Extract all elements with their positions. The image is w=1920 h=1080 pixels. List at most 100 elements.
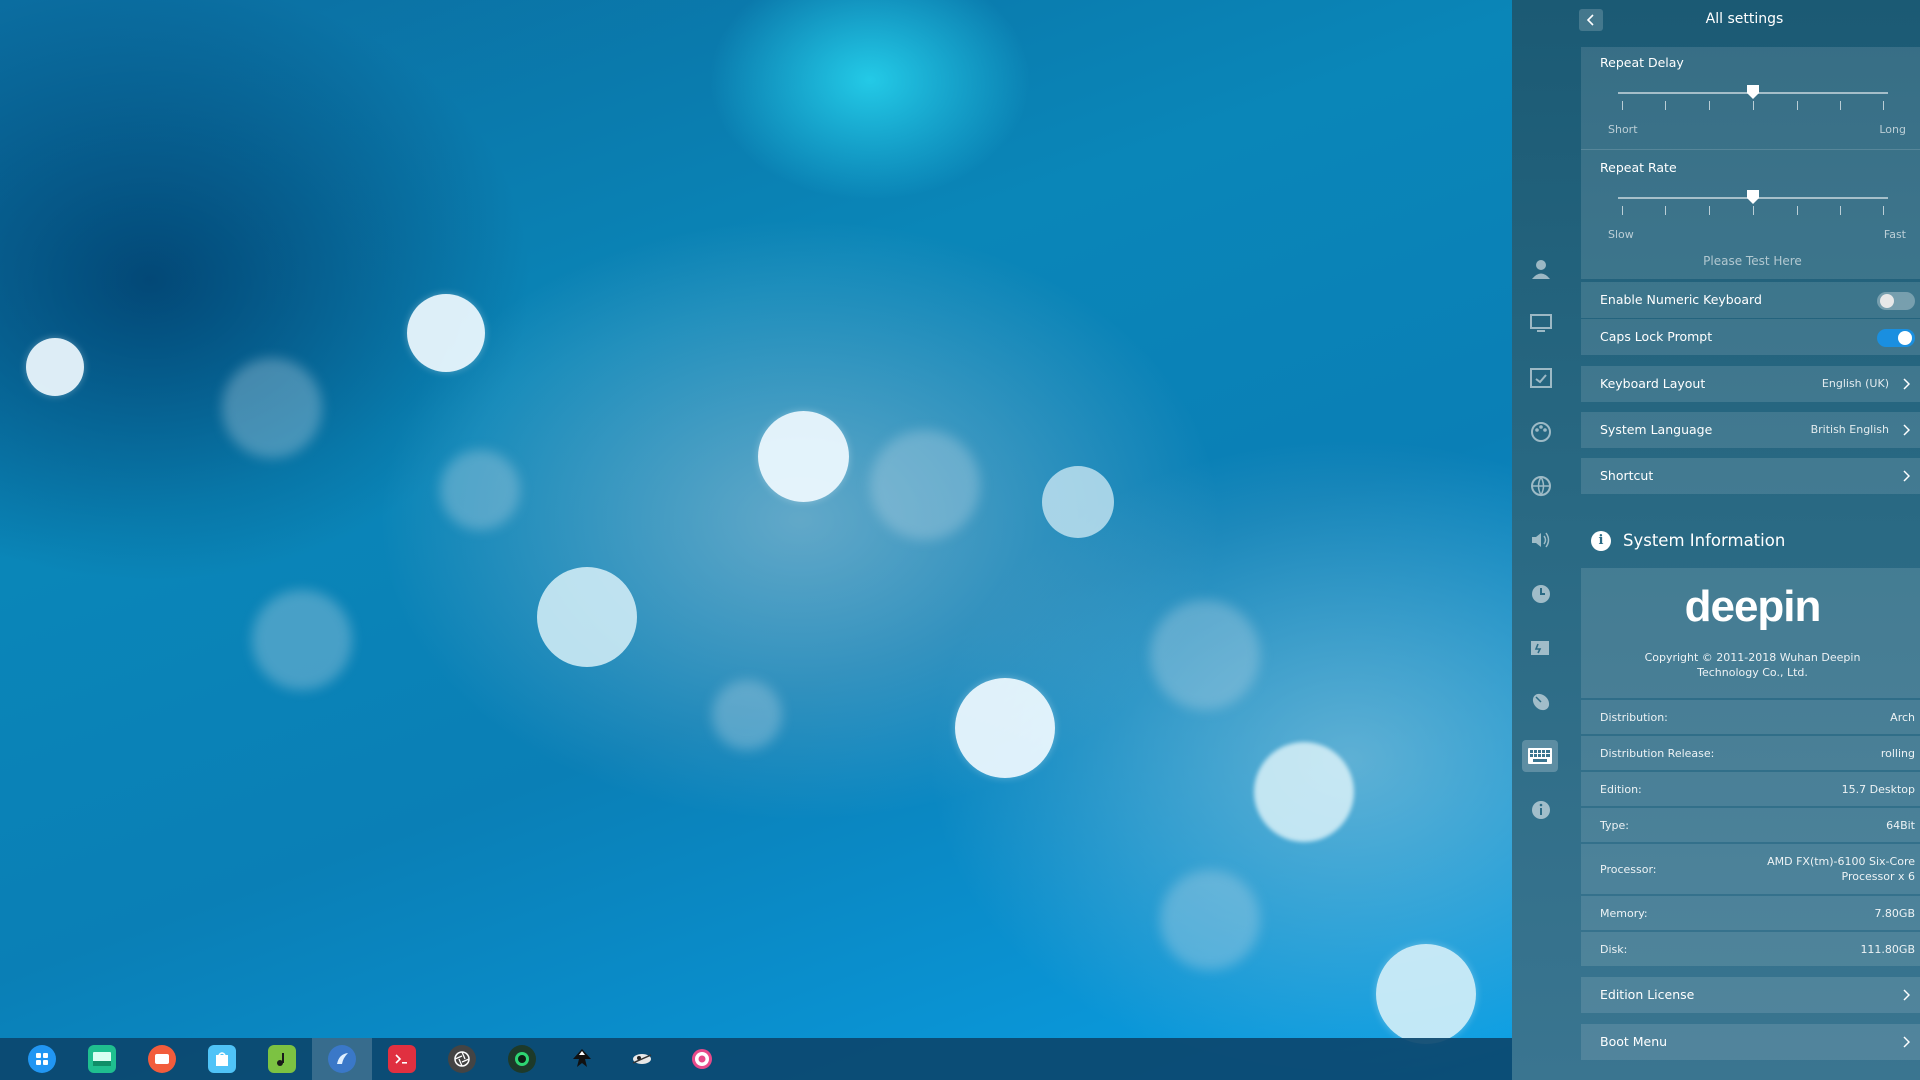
bokeh	[252, 590, 352, 690]
numeric-keyboard-label: Enable Numeric Keyboard	[1600, 292, 1762, 307]
processor-line-2: Processor x 6	[1841, 870, 1915, 883]
app-store-icon	[208, 1045, 236, 1073]
caps-lock-toggle[interactable]	[1877, 329, 1915, 347]
boot-menu-row[interactable]: Boot Menu	[1581, 1024, 1920, 1060]
sidebar-item-accounts[interactable]	[1526, 254, 1556, 284]
camera-icon	[508, 1045, 536, 1073]
sidebar-item-sound[interactable]	[1526, 525, 1556, 555]
sidebar-item-power[interactable]	[1526, 633, 1556, 663]
chevron-right-icon	[1903, 1036, 1910, 1048]
sidebar-item-mouse[interactable]	[1526, 687, 1556, 717]
info-icon: i	[1591, 531, 1611, 551]
info-row-edition: Edition: 15.7 Desktop	[1581, 772, 1920, 806]
numeric-keyboard-toggle[interactable]	[1877, 292, 1915, 310]
sidebar-item-keyboard[interactable]	[1522, 740, 1558, 772]
default-apps-icon	[1530, 368, 1552, 388]
info-key: Distribution:	[1600, 711, 1668, 724]
sidebar-item-personalization[interactable]	[1526, 417, 1556, 447]
info-key: Type:	[1600, 819, 1629, 832]
screen-recorder-icon	[148, 1045, 176, 1073]
caps-lock-label: Caps Lock Prompt	[1600, 329, 1713, 344]
test-input[interactable]: Please Test Here	[1581, 254, 1920, 268]
taskbar-screen-recorder[interactable]	[132, 1038, 192, 1080]
mouse-icon	[1532, 693, 1550, 711]
repeat-rate-label: Repeat Rate	[1600, 160, 1677, 175]
info-key: Memory:	[1600, 907, 1648, 920]
repeat-rate-min-label: Slow	[1608, 228, 1634, 241]
sidebar-item-network[interactable]	[1526, 471, 1556, 501]
repeat-delay-min-label: Short	[1608, 123, 1638, 136]
repeat-delay-ticks	[1622, 101, 1884, 111]
music-icon	[268, 1045, 296, 1073]
taskbar-camera[interactable]	[492, 1038, 552, 1080]
bokeh	[407, 294, 485, 372]
taskbar-aperture[interactable]	[432, 1038, 492, 1080]
bokeh	[26, 338, 84, 396]
keyboard-icon	[1528, 748, 1552, 764]
bokeh	[1376, 944, 1476, 1044]
system-info-header: i System Information	[1581, 528, 1920, 556]
bokeh	[1160, 870, 1260, 970]
info-key: Disk:	[1600, 943, 1628, 956]
info-row-release: Distribution Release: rolling	[1581, 736, 1920, 770]
repeat-delay-label: Repeat Delay	[1600, 55, 1684, 70]
bokeh	[1254, 742, 1354, 842]
bokeh	[1042, 466, 1114, 538]
info-value: 7.80GB	[1874, 907, 1915, 920]
taskbar-terminal[interactable]	[372, 1038, 432, 1080]
repeat-rate-max-label: Fast	[1883, 228, 1906, 241]
taskbar-launcher[interactable]	[12, 1038, 72, 1080]
info-row-distribution: Distribution: Arch	[1581, 700, 1920, 734]
settings-content: All settings Repeat Delay Short Long Rep…	[1569, 0, 1920, 1080]
taskbar-inkscape[interactable]	[552, 1038, 612, 1080]
system-language-value: British English	[1810, 423, 1889, 436]
time-icon	[1532, 585, 1550, 603]
sidebar-item-datetime[interactable]	[1526, 579, 1556, 609]
system-language-row[interactable]: System Language British English	[1581, 412, 1920, 448]
edition-license-row[interactable]: Edition License	[1581, 977, 1920, 1013]
sidebar-item-system-info[interactable]	[1526, 795, 1556, 825]
settings-icon	[688, 1045, 716, 1073]
info-key: Processor:	[1600, 863, 1657, 876]
bokeh	[440, 450, 520, 530]
personalization-icon	[1531, 422, 1551, 442]
info-row-type: Type: 64Bit	[1581, 808, 1920, 842]
bokeh	[758, 411, 849, 502]
taskbar-file-manager[interactable]	[72, 1038, 132, 1080]
bokeh	[537, 567, 637, 667]
info-value: AMD FX(tm)-6100 Six-Core Processor x 6	[1767, 854, 1915, 884]
taskbar-app-store[interactable]	[192, 1038, 252, 1080]
info-row-memory: Memory: 7.80GB	[1581, 896, 1920, 930]
keyboard-layout-row[interactable]: Keyboard Layout English (UK)	[1581, 366, 1920, 402]
bokeh	[1150, 600, 1260, 710]
taskbar	[0, 1038, 1512, 1080]
taskbar-pen-app[interactable]	[612, 1038, 672, 1080]
system-language-label: System Language	[1600, 422, 1713, 437]
taskbar-settings[interactable]	[672, 1038, 732, 1080]
repeat-delay-max-label: Long	[1879, 123, 1906, 136]
taskbar-browser[interactable]	[312, 1038, 372, 1080]
chevron-right-icon	[1903, 470, 1910, 482]
repeat-delay-handle[interactable]	[1746, 84, 1760, 100]
bokeh	[222, 358, 322, 458]
info-value: 111.80GB	[1860, 943, 1915, 956]
repeat-rate-handle[interactable]	[1746, 189, 1760, 205]
shortcut-row[interactable]: Shortcut	[1581, 458, 1920, 494]
info-row-disk: Disk: 111.80GB	[1581, 932, 1920, 966]
info-icon	[1532, 801, 1550, 819]
info-row-processor: Processor: AMD FX(tm)-6100 Six-Core Proc…	[1581, 844, 1920, 894]
keyboard-repeat-card: Repeat Delay Short Long Repeat Rate Slow…	[1581, 47, 1920, 279]
terminal-icon	[388, 1045, 416, 1073]
info-value: 64Bit	[1886, 819, 1915, 832]
copyright-line-2: Technology Co., Ltd.	[1697, 666, 1808, 679]
sidebar-item-default-apps[interactable]	[1526, 363, 1556, 393]
sidebar-item-display[interactable]	[1526, 309, 1556, 339]
power-icon	[1531, 641, 1549, 655]
display-icon	[1530, 314, 1552, 332]
bokeh	[955, 678, 1055, 778]
keyboard-layout-label: Keyboard Layout	[1600, 376, 1706, 391]
taskbar-music[interactable]	[252, 1038, 312, 1080]
copyright-line-1: Copyright © 2011-2018 Wuhan Deepin	[1644, 651, 1861, 664]
info-value: 15.7 Desktop	[1841, 783, 1915, 796]
launcher-icon	[28, 1045, 56, 1073]
